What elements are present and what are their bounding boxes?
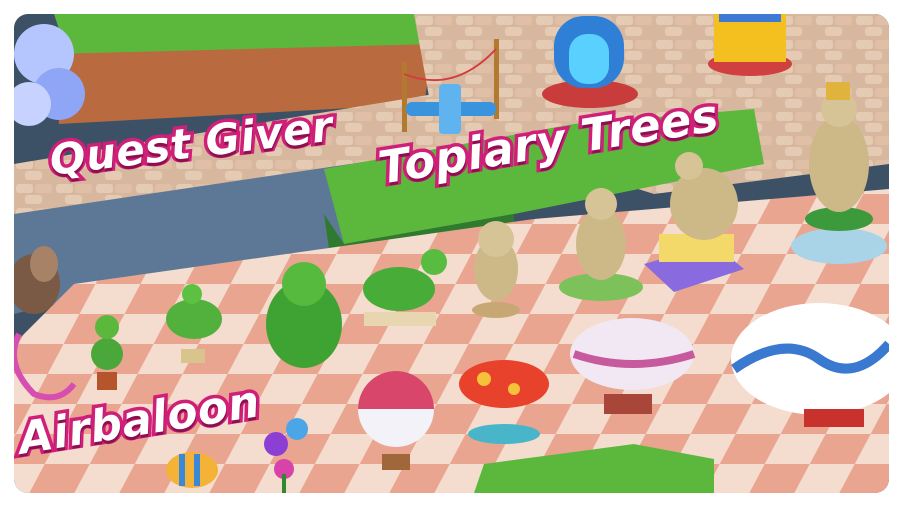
- fish-toy[interactable]: [166, 452, 218, 488]
- booth-stand[interactable]: [708, 14, 792, 76]
- game-screenshot-frame: Quest Giver Topiary Trees Airbaloon: [14, 14, 889, 493]
